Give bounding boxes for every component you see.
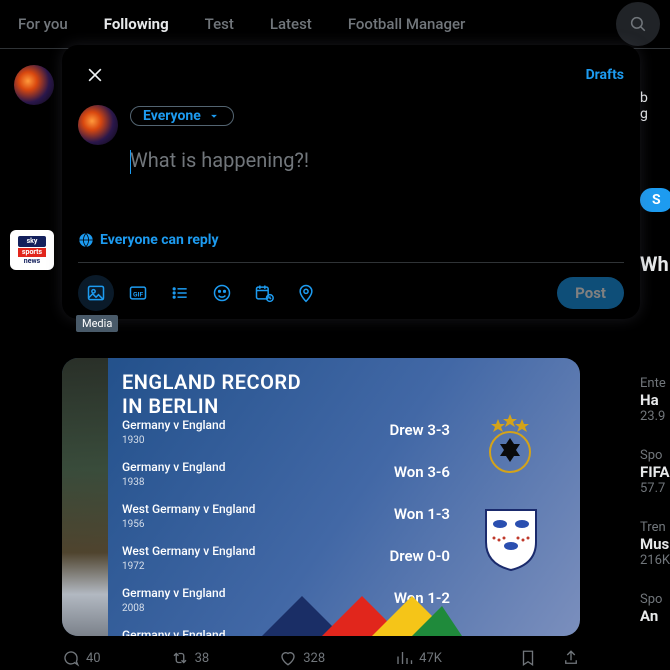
- gif-icon: GIF: [128, 283, 148, 303]
- bookmark-icon: [519, 649, 537, 667]
- trend-category: Tren: [640, 520, 670, 535]
- sky-sports-avatar[interactable]: sky sports news: [10, 230, 54, 270]
- like-action[interactable]: 328: [279, 649, 325, 667]
- trending-sidebar: b g S Wh Ente Ha 23.9 Spo FIFA 57.7 Tren…: [640, 90, 670, 649]
- share-icon: [562, 649, 580, 667]
- poll-icon: [170, 283, 190, 303]
- media-button[interactable]: Media: [78, 275, 114, 311]
- location-icon: [296, 283, 316, 303]
- timeline-avatar[interactable]: [14, 65, 54, 105]
- gif-button[interactable]: GIF: [120, 275, 156, 311]
- whats-happening-heading: Wh: [640, 252, 670, 276]
- tweet-actions: 40 38 328 47K: [62, 649, 580, 667]
- compose-avatar[interactable]: [78, 105, 118, 145]
- compose-toolbar: Media GIF Post: [78, 269, 624, 311]
- reply-action[interactable]: 40: [62, 649, 101, 667]
- drafts-link[interactable]: Drafts: [586, 67, 624, 83]
- germany-crest-icon: [480, 414, 540, 474]
- trend-category: Spo: [640, 592, 670, 607]
- sky-logo-mid: sports: [18, 248, 46, 257]
- reply-settings-label: Everyone can reply: [100, 232, 219, 248]
- compose-textarea[interactable]: What is happening?!: [130, 148, 624, 228]
- heart-icon: [279, 649, 297, 667]
- divider: [78, 262, 624, 263]
- england-record-card[interactable]: ENGLAND RECORD IN BERLIN Germany v Engla…: [62, 358, 580, 636]
- trend-category: Spo: [640, 448, 670, 463]
- compose-modal: Drafts Everyone What is happening?! Ever…: [62, 45, 640, 319]
- retweet-action[interactable]: 38: [171, 649, 210, 667]
- media-tooltip: Media: [76, 315, 118, 332]
- trend-title[interactable]: Ha: [640, 391, 670, 409]
- record-row: Germany v England1938Won 3-6: [122, 456, 450, 488]
- trend-category: Ente: [640, 376, 670, 391]
- schedule-icon: [254, 283, 274, 303]
- globe-icon: [78, 232, 94, 248]
- post-button[interactable]: Post: [557, 277, 624, 309]
- stadium-image-strip: [62, 358, 108, 636]
- compose-placeholder: What is happening?!: [130, 148, 309, 172]
- record-title: ENGLAND RECORD IN BERLIN: [122, 370, 301, 418]
- svg-text:GIF: GIF: [133, 290, 143, 298]
- reply-icon: [62, 649, 80, 667]
- views-icon: [395, 649, 413, 667]
- record-row: West Germany v England1956Won 1-3: [122, 498, 450, 530]
- emoji-icon: [212, 283, 232, 303]
- bookmark-action[interactable]: [519, 649, 537, 667]
- location-button[interactable]: [288, 275, 324, 311]
- schedule-button[interactable]: [246, 275, 282, 311]
- close-icon: [85, 65, 105, 85]
- emoji-button[interactable]: [204, 275, 240, 311]
- close-button[interactable]: [78, 58, 112, 92]
- trend-count: 23.9: [640, 409, 670, 424]
- text-caret: [130, 150, 131, 174]
- image-icon: [86, 283, 106, 303]
- trend-count: 216K: [640, 553, 670, 568]
- share-action[interactable]: [562, 649, 580, 667]
- chevron-down-icon: [207, 109, 221, 123]
- triangle-decoration: [262, 576, 462, 636]
- retweet-icon: [171, 649, 189, 667]
- record-row: Germany v England1930Drew 3-3: [122, 414, 450, 446]
- sky-logo-bot: news: [18, 258, 46, 265]
- views-action[interactable]: 47K: [395, 649, 442, 667]
- trend-title[interactable]: FIFA: [640, 463, 670, 481]
- sky-logo-top: sky: [18, 236, 46, 247]
- england-crest-icon: [482, 508, 540, 572]
- audience-selector[interactable]: Everyone: [130, 106, 234, 126]
- reply-settings[interactable]: Everyone can reply: [78, 232, 624, 248]
- trend-title[interactable]: Mus: [640, 535, 670, 553]
- audience-label: Everyone: [143, 108, 201, 124]
- trend-title[interactable]: An: [640, 607, 670, 625]
- trend-count: 57.7: [640, 481, 670, 496]
- poll-button[interactable]: [162, 275, 198, 311]
- subscribe-button[interactable]: S: [640, 188, 670, 212]
- record-row: West Germany v England1972Drew 0-0: [122, 540, 450, 572]
